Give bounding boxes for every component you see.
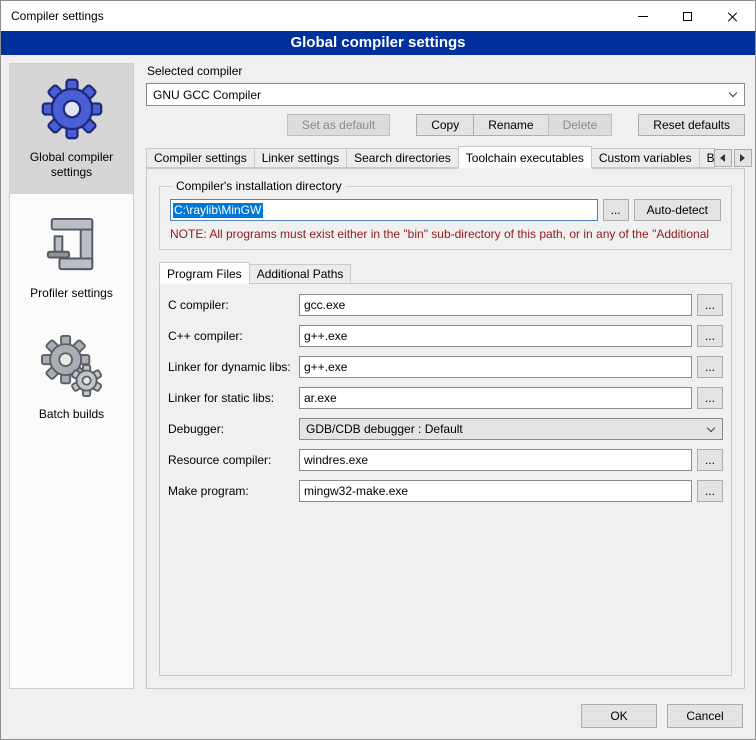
cancel-button[interactable]: Cancel (667, 704, 743, 728)
subtab-additional-paths[interactable]: Additional Paths (249, 264, 352, 284)
cpp-compiler-label: C++ compiler: (168, 329, 294, 343)
tab-scroll-right-button[interactable] (734, 149, 752, 167)
static-linker-label: Linker for static libs: (168, 391, 294, 405)
installation-directory-input[interactable]: C:\raylib\MinGW (170, 199, 598, 221)
tab-build-options[interactable]: Buil (699, 148, 715, 168)
titlebar[interactable]: Compiler settings (1, 1, 755, 31)
maximize-icon (683, 12, 692, 21)
sidebar-item-label: Profiler settings (30, 286, 113, 301)
resource-compiler-input[interactable] (299, 449, 692, 471)
debugger-label: Debugger: (168, 422, 294, 436)
auto-detect-button[interactable]: Auto-detect (634, 199, 721, 221)
selected-compiler-value: GNU GCC Compiler (153, 88, 261, 102)
debugger-value: GDB/CDB debugger : Default (306, 422, 463, 436)
installation-directory-value: C:\raylib\MinGW (173, 203, 263, 218)
settings-tab-strip: Compiler settings Linker settings Search… (146, 146, 745, 168)
compiler-button-row: Set as default Copy Rename Delete Reset … (146, 114, 745, 136)
compiler-settings-window: Compiler settings Global compiler settin… (0, 0, 756, 740)
sidebar-item-profiler-settings[interactable]: Profiler settings (10, 200, 133, 315)
set-as-default-button: Set as default (287, 114, 390, 136)
dynamic-linker-label: Linker for dynamic libs: (168, 360, 294, 374)
installation-directory-groupbox: Compiler's installation directory C:\ray… (159, 179, 732, 250)
cpp-compiler-input[interactable] (299, 325, 692, 347)
close-icon (727, 11, 738, 22)
sidebar-item-label: Global compiler settings (14, 150, 129, 180)
cpp-compiler-browse-button[interactable]: ... (697, 325, 723, 347)
arrow-right-icon (740, 154, 745, 162)
installation-directory-group-title: Compiler's installation directory (172, 179, 346, 193)
dialog-footer: OK Cancel (1, 701, 755, 739)
sidebar-item-label: Batch builds (39, 407, 104, 422)
dynamic-linker-browse-button[interactable]: ... (697, 356, 723, 378)
ok-button[interactable]: OK (581, 704, 657, 728)
sidebar-item-global-compiler-settings[interactable]: Global compiler settings (10, 64, 133, 194)
c-compiler-browse-button[interactable]: ... (697, 294, 723, 316)
installation-directory-row: C:\raylib\MinGW ... Auto-detect (170, 199, 721, 221)
minimize-icon (638, 16, 648, 17)
main-content: Selected compiler GNU GCC Compiler Set a… (146, 63, 745, 689)
window-controls (620, 1, 755, 31)
make-program-label: Make program: (168, 484, 294, 498)
maximize-button[interactable] (665, 1, 710, 31)
gear-blue-icon (39, 76, 105, 142)
subtab-program-files[interactable]: Program Files (159, 262, 250, 285)
c-compiler-input[interactable] (299, 294, 692, 316)
program-files-tab-strip: Program Files Additional Paths (159, 262, 732, 284)
dialog-heading: Global compiler settings (1, 31, 755, 55)
resource-compiler-browse-button[interactable]: ... (697, 449, 723, 471)
settings-sidebar: Global compiler settings Profiler se (9, 63, 134, 689)
arrow-left-icon (720, 154, 725, 162)
toolchain-form: C compiler: ... C++ compiler: ... Linker… (168, 294, 723, 502)
browse-directory-button[interactable]: ... (603, 199, 629, 221)
static-linker-input[interactable] (299, 387, 692, 409)
tab-linker-settings[interactable]: Linker settings (254, 148, 347, 168)
tab-toolchain-executables[interactable]: Toolchain executables (458, 146, 592, 169)
toolchain-executables-panel: Compiler's installation directory C:\ray… (146, 168, 745, 689)
window-title: Compiler settings (11, 9, 104, 23)
clamp-icon (39, 212, 105, 278)
dialog-body: Global compiler settings Profiler se (1, 55, 755, 701)
delete-button: Delete (548, 114, 613, 136)
tab-search-directories[interactable]: Search directories (346, 148, 459, 168)
chevron-down-icon (707, 423, 715, 431)
selected-compiler-label: Selected compiler (147, 64, 745, 78)
debugger-combobox[interactable]: GDB/CDB debugger : Default (299, 418, 723, 440)
chevron-down-icon (729, 89, 737, 97)
copy-button[interactable]: Copy (416, 114, 474, 136)
resource-compiler-label: Resource compiler: (168, 453, 294, 467)
tab-compiler-settings[interactable]: Compiler settings (146, 148, 255, 168)
tab-scroll-buttons (714, 149, 752, 168)
minimize-button[interactable] (620, 1, 665, 31)
make-program-browse-button[interactable]: ... (697, 480, 723, 502)
gears-gray-icon (39, 333, 105, 399)
rename-button[interactable]: Rename (473, 114, 548, 136)
c-compiler-label: C compiler: (168, 298, 294, 312)
reset-defaults-button[interactable]: Reset defaults (638, 114, 745, 136)
static-linker-browse-button[interactable]: ... (697, 387, 723, 409)
tab-scroll-left-button[interactable] (714, 149, 732, 167)
close-button[interactable] (710, 1, 755, 31)
make-program-input[interactable] (299, 480, 692, 502)
tab-custom-variables[interactable]: Custom variables (591, 148, 700, 168)
dynamic-linker-input[interactable] (299, 356, 692, 378)
program-files-panel: C compiler: ... C++ compiler: ... Linker… (159, 283, 732, 676)
note-text: NOTE: All programs must exist either in … (170, 227, 721, 241)
selected-compiler-combobox[interactable]: GNU GCC Compiler (146, 83, 745, 106)
sidebar-item-batch-builds[interactable]: Batch builds (10, 321, 133, 436)
